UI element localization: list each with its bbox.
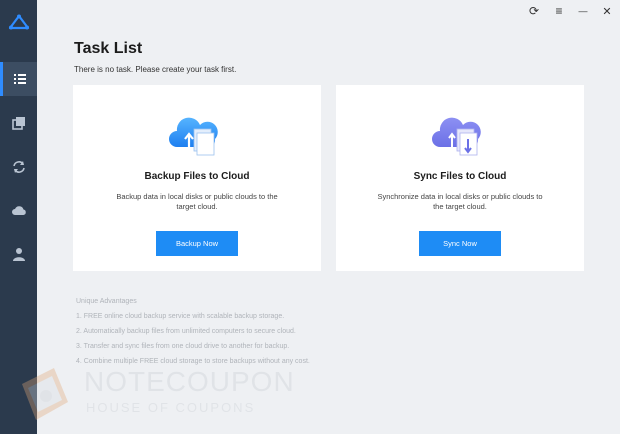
- card-title: Backup Files to Cloud: [144, 171, 250, 182]
- cloud-backup-icon: [169, 117, 218, 156]
- user-icon: [12, 248, 25, 261]
- app-logo-icon: [0, 0, 37, 44]
- list-item: 3. Transfer and sync files from one clou…: [76, 343, 290, 350]
- card-description: Synchronize data in local disks or publi…: [377, 192, 543, 211]
- title-bar: ⟳ ≡ — ✕: [37, 0, 620, 22]
- cloud-sync-icon: [432, 117, 481, 156]
- page-title: Task List: [74, 40, 143, 57]
- menu-icon[interactable]: ≡: [548, 2, 570, 20]
- watermark-title: NOTECOUPON: [84, 366, 295, 397]
- card-description: Backup data in local disks or public clo…: [116, 192, 278, 211]
- watermark-subtitle: HOUSE OF COUPONS: [86, 400, 256, 415]
- backup-now-button[interactable]: Backup Now: [156, 231, 238, 256]
- minimize-icon[interactable]: —: [572, 2, 594, 20]
- advantages-title: Unique Advantages: [76, 298, 137, 305]
- watermark: NOTECOUPON HOUSE OF COUPONS: [0, 360, 294, 430]
- sync-now-button[interactable]: Sync Now: [419, 231, 501, 256]
- sidebar-item-sync[interactable]: [0, 150, 37, 184]
- cloud-icon: [11, 206, 26, 215]
- card-title: Sync Files to Cloud: [413, 171, 507, 182]
- sidebar-item-task-list[interactable]: [0, 62, 37, 96]
- close-icon[interactable]: ✕: [596, 2, 618, 20]
- watermark-logo-icon: [22, 368, 68, 420]
- list-item: 2. Automatically backup files from unlim…: [76, 328, 296, 335]
- copy-icon: [11, 117, 25, 130]
- sync-icon: [12, 161, 25, 173]
- backup-card[interactable]: Backup Files to Cloud Backup data in loc…: [73, 85, 321, 271]
- sidebar-item-account[interactable]: [0, 237, 37, 271]
- sidebar-item-cloud[interactable]: [0, 193, 37, 227]
- list-icon: [14, 74, 26, 84]
- refresh-icon[interactable]: ⟳: [523, 2, 545, 20]
- sync-card[interactable]: Sync Files to Cloud Synchronize data in …: [336, 85, 584, 271]
- page-subtitle: There is no task. Please create your tas…: [74, 65, 237, 74]
- list-item: 1. FREE online cloud backup service with…: [76, 313, 285, 320]
- sidebar-item-clone[interactable]: [0, 106, 37, 140]
